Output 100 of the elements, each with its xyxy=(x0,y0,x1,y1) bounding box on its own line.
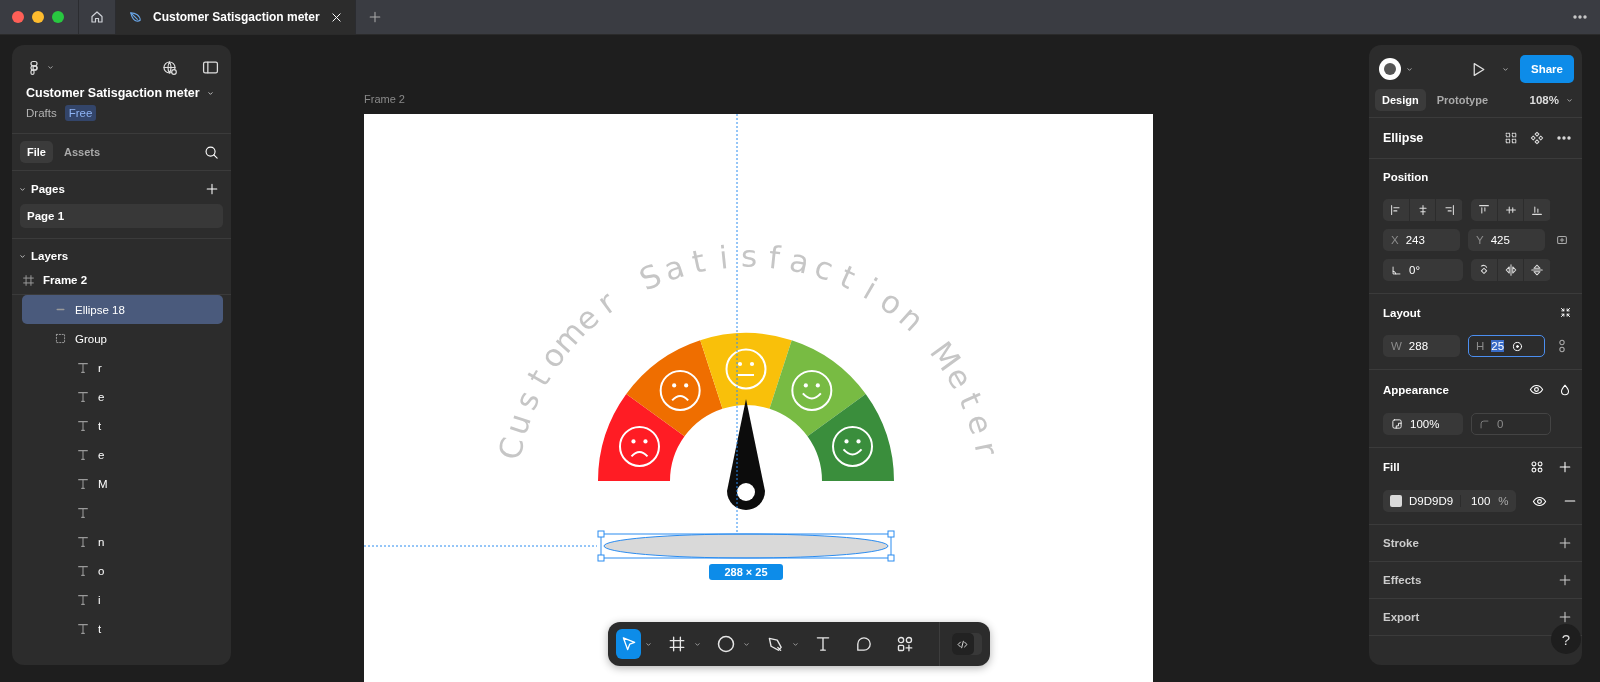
zoom-window-button[interactable] xyxy=(52,11,64,23)
dotted-square-icon xyxy=(54,332,67,345)
section-title: Layers xyxy=(31,250,70,262)
text-layer-icon xyxy=(76,476,90,491)
page-item[interactable]: Page 1 xyxy=(20,204,223,228)
color-swatch[interactable] xyxy=(1390,495,1402,507)
chevron-down-icon[interactable] xyxy=(46,63,55,72)
panel-tab[interactable]: Prototype xyxy=(1429,89,1496,111)
layer-item[interactable]: n xyxy=(22,527,223,556)
shapes-plus-icon xyxy=(895,635,914,653)
home-tab[interactable] xyxy=(78,0,116,34)
section-title: Layout xyxy=(1383,306,1422,319)
fill-field[interactable]: D9D9D9 100 % xyxy=(1383,490,1516,512)
text-layer-icon xyxy=(76,505,90,520)
section-title: Appearance xyxy=(1383,383,1450,396)
text-layer-icon xyxy=(76,418,90,433)
flip-icon[interactable] xyxy=(1503,263,1518,277)
number-field[interactable]: W 288 xyxy=(1383,335,1460,357)
close-window-button[interactable] xyxy=(12,11,24,23)
layer-item[interactable]: M xyxy=(22,469,223,498)
text-layer-icon xyxy=(76,360,90,375)
number-field[interactable]: H 25 xyxy=(1467,335,1545,357)
panel-tab[interactable]: Assets xyxy=(56,141,108,163)
align-icon[interactable] xyxy=(1442,203,1457,217)
align-icon[interactable] xyxy=(1388,203,1403,217)
document-tab[interactable]: Customer Satisgaction meter xyxy=(116,0,356,34)
zoom-level[interactable]: 108% xyxy=(1529,94,1559,106)
opacity-field[interactable]: 100% xyxy=(1383,413,1463,435)
drop-icon[interactable] xyxy=(1558,382,1572,397)
title-letter: r xyxy=(967,438,1006,459)
share-button[interactable]: Share xyxy=(1520,55,1574,83)
panel-tab[interactable]: Design xyxy=(1375,89,1426,111)
add-icon[interactable] xyxy=(367,10,382,24)
component-icon[interactable] xyxy=(1530,131,1544,145)
layer-item[interactable]: Group xyxy=(22,324,223,353)
add-icon[interactable] xyxy=(1558,573,1572,587)
layer-item[interactable]: o xyxy=(22,556,223,585)
text-layer-icon xyxy=(76,389,90,404)
opacity-icon xyxy=(1391,418,1403,430)
number-field[interactable]: X 243 xyxy=(1383,229,1460,251)
leaf-icon xyxy=(128,9,143,25)
collapse-icon[interactable] xyxy=(1559,306,1572,319)
title-letter: f xyxy=(767,238,782,276)
dev-mode-toggle[interactable] xyxy=(951,633,982,655)
eye-icon[interactable] xyxy=(1529,382,1544,397)
layer-item[interactable]: Ellipse 18 xyxy=(22,295,223,324)
location-label: Drafts xyxy=(26,107,57,119)
number-field[interactable]: Y 425 xyxy=(1467,229,1545,251)
avatar[interactable] xyxy=(1379,58,1401,80)
plan-badge: Free xyxy=(64,105,97,121)
section-title: Stroke xyxy=(1383,537,1420,549)
sidebar-icon[interactable] xyxy=(202,59,219,76)
size-label: 288 × 25 xyxy=(709,564,783,580)
layer-item[interactable]: r xyxy=(22,353,223,382)
layer-item[interactable]: e xyxy=(22,382,223,411)
text-layer-icon xyxy=(76,563,90,578)
layer-item[interactable]: e xyxy=(22,440,223,469)
add-icon[interactable] xyxy=(1558,536,1572,550)
circle-icon xyxy=(716,634,736,654)
selection-frame[interactable] xyxy=(597,530,895,562)
search-icon[interactable] xyxy=(204,144,219,160)
comment-icon xyxy=(855,635,874,653)
frame-label[interactable]: Frame 2 xyxy=(364,93,405,105)
frame-icon xyxy=(22,273,35,287)
corner-radius-field[interactable]: 0 xyxy=(1471,413,1551,435)
file-name[interactable]: Customer Satisgaction meter xyxy=(26,86,200,100)
title-letter: a xyxy=(786,241,813,281)
layer-item[interactable]: t xyxy=(22,614,223,643)
layer-item[interactable]: t xyxy=(22,411,223,440)
flip-icon[interactable] xyxy=(1530,263,1545,277)
text-layer-icon xyxy=(76,534,90,549)
section-title: Pages xyxy=(31,183,66,195)
layer-item[interactable]: i xyxy=(22,585,223,614)
align-icon[interactable] xyxy=(1503,203,1518,217)
section-title: Fill xyxy=(1383,461,1401,473)
minimize-window-button[interactable] xyxy=(32,11,44,23)
text-layer-icon xyxy=(76,592,90,607)
styles-icon[interactable] xyxy=(1530,460,1544,474)
angle-icon xyxy=(1391,264,1402,276)
align-icon[interactable] xyxy=(1476,203,1491,217)
section-title: Export xyxy=(1383,611,1421,623)
tool-button[interactable] xyxy=(616,629,642,659)
text-layer-icon xyxy=(76,621,90,636)
home-icon xyxy=(89,9,105,25)
target-icon xyxy=(1511,339,1525,353)
corner-icon xyxy=(1479,418,1490,430)
constraints-icon[interactable] xyxy=(1555,233,1570,247)
close-icon[interactable] xyxy=(329,10,343,24)
rotation-field[interactable]: 0° xyxy=(1383,259,1463,281)
title-letter: t xyxy=(688,242,709,281)
selection-title: Ellipse xyxy=(1383,131,1425,145)
ellipse-shape[interactable] xyxy=(603,533,889,559)
add-icon[interactable] xyxy=(1558,610,1572,624)
panel-tab[interactable]: File xyxy=(20,141,53,163)
align-icon[interactable] xyxy=(1530,203,1545,217)
text-layer-icon xyxy=(76,447,90,462)
section-title: Position xyxy=(1383,171,1430,183)
title-letter: s xyxy=(740,238,758,274)
title-letter: i xyxy=(717,239,730,276)
grid-icon[interactable] xyxy=(1504,131,1518,145)
